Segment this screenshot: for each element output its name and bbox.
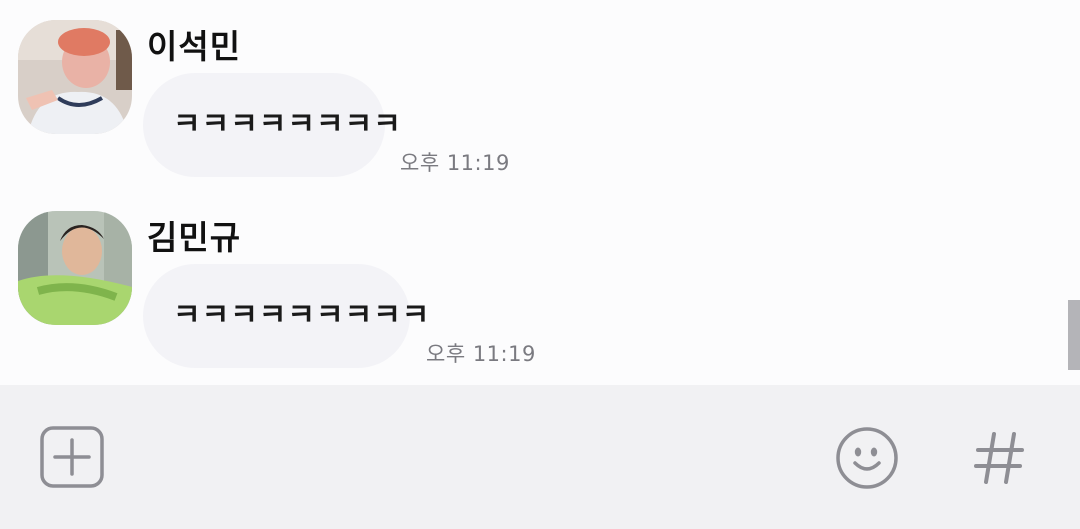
message-bubble[interactable]: ㅋㅋㅋㅋㅋㅋㅋㅋ	[143, 73, 401, 177]
hashtag-icon	[974, 432, 1024, 484]
sender-name: 김민규	[147, 218, 242, 257]
add-icon	[40, 426, 104, 488]
hashtag-button[interactable]	[968, 425, 1032, 491]
smiley-icon	[836, 427, 898, 489]
message-item: 이석민 ㅋㅋㅋㅋㅋㅋㅋㅋ 오후 11:19	[0, 0, 1060, 190]
message-time: 오후 11:19	[400, 151, 510, 175]
scrollbar[interactable]	[1068, 300, 1080, 370]
input-bar	[0, 385, 1080, 529]
add-button[interactable]	[38, 425, 106, 489]
message-item: 김민규 ㅋㅋㅋㅋㅋㅋㅋㅋㅋ 오후 11:19	[0, 190, 1060, 385]
avatar[interactable]	[18, 211, 132, 325]
sender-name: 이석민	[147, 27, 242, 66]
message-time: 오후 11:19	[426, 342, 536, 366]
avatar[interactable]	[18, 20, 132, 134]
emoji-button[interactable]	[833, 425, 901, 491]
message-bubble[interactable]: ㅋㅋㅋㅋㅋㅋㅋㅋㅋ	[143, 264, 429, 368]
chat-area[interactable]: 이석민 ㅋㅋㅋㅋㅋㅋㅋㅋ 오후 11:19 김민규 ㅋㅋㅋㅋㅋㅋㅋㅋㅋ 오후 1…	[0, 0, 1080, 385]
